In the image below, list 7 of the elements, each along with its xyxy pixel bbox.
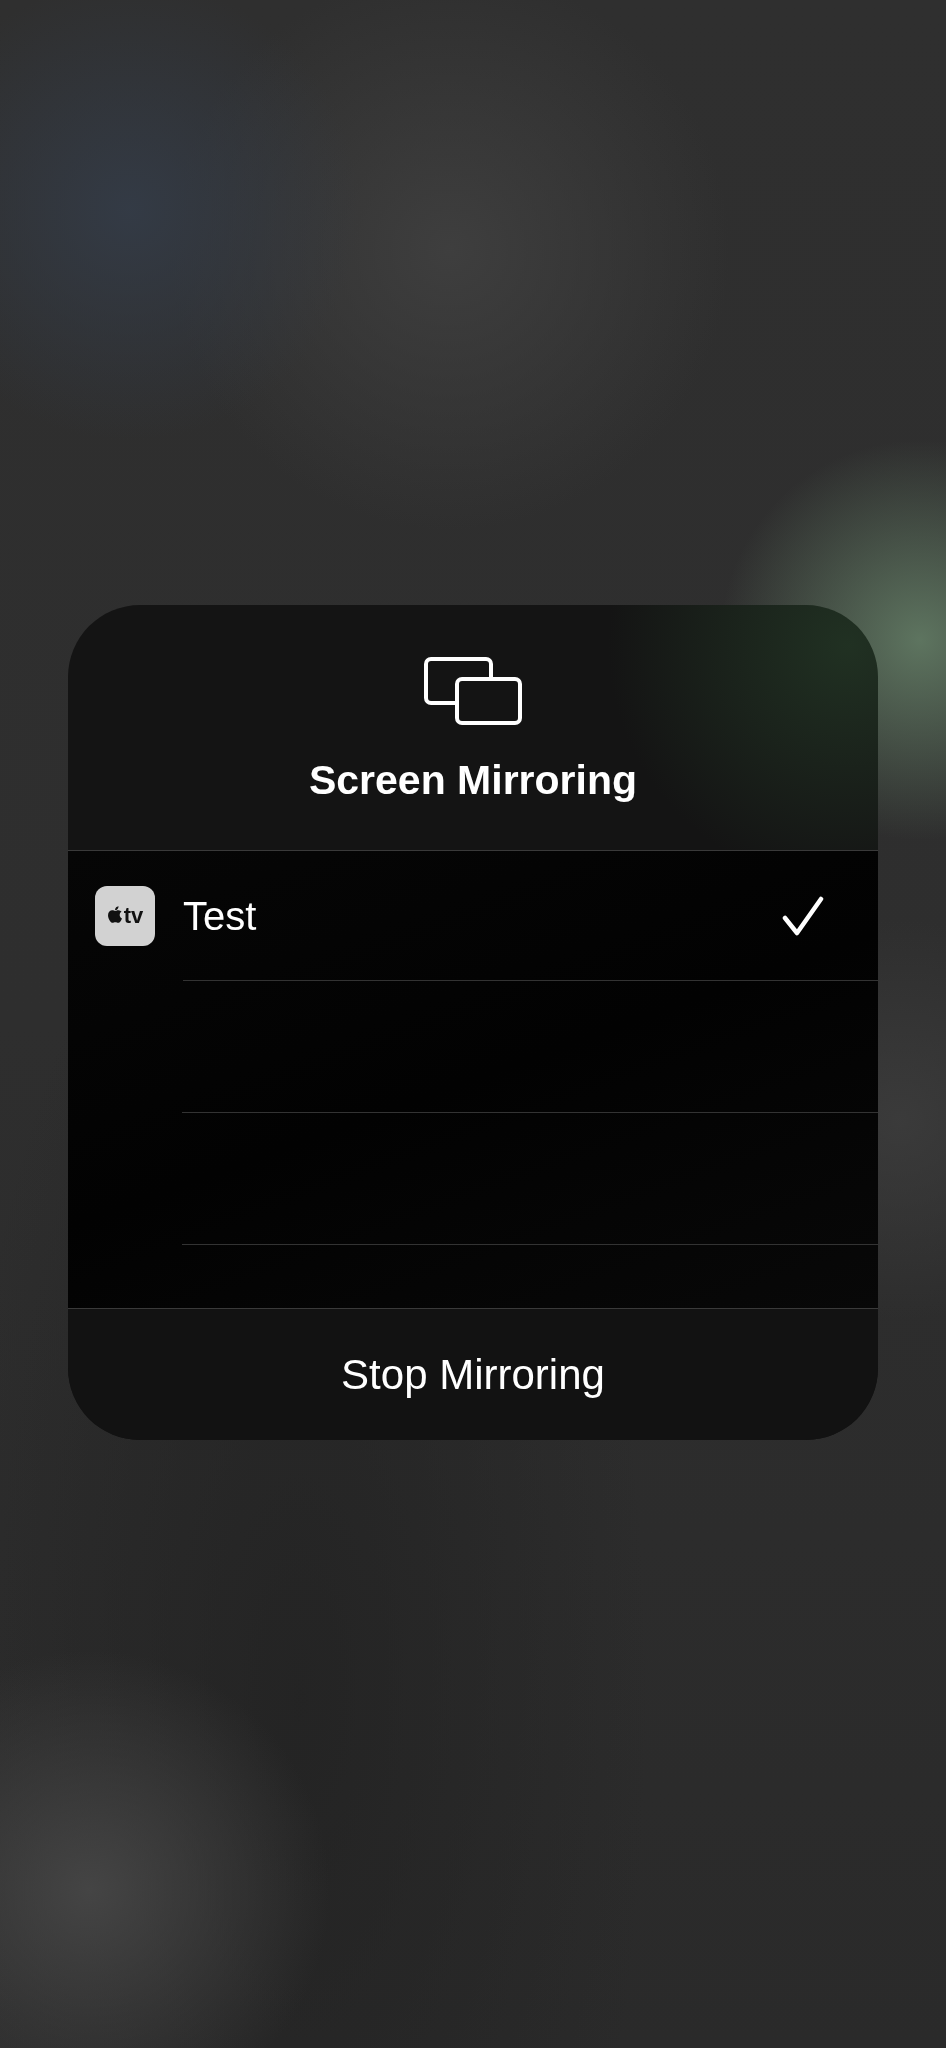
- device-name: Test: [183, 892, 257, 940]
- panel-title: Screen Mirroring: [308, 756, 638, 805]
- overlapping-screens-icon: [424, 657, 522, 725]
- apple-icon: [106, 905, 123, 924]
- tv-label: tv: [123, 905, 144, 927]
- device-row[interactable]: tv Test: [68, 851, 878, 981]
- checkmark-icon: [782, 895, 824, 936]
